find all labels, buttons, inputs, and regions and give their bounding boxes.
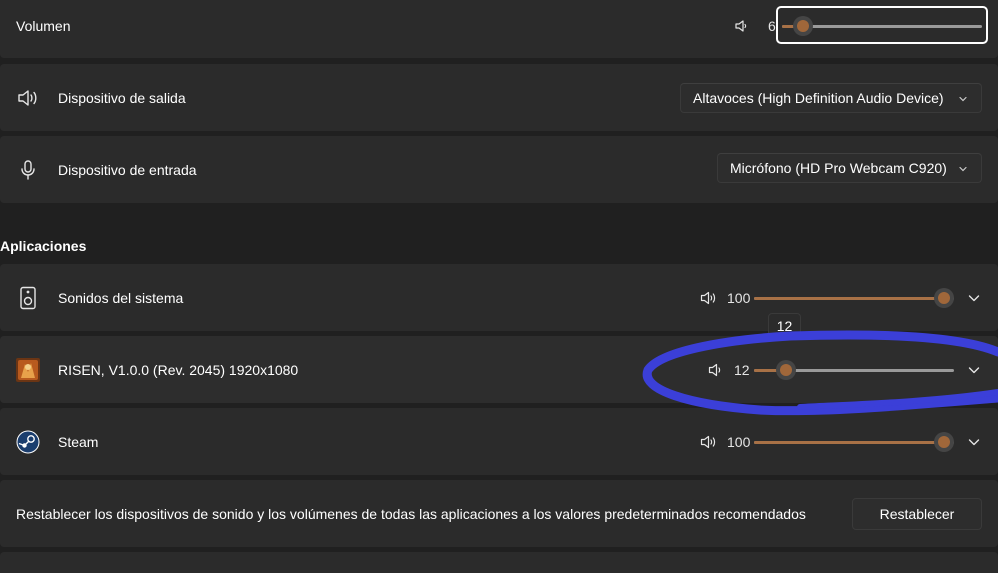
- app-row-steam: Steam 100: [0, 408, 998, 475]
- output-device-dropdown[interactable]: Altavoces (High Definition Audio Device): [680, 83, 982, 113]
- microphone-icon: [21, 160, 35, 180]
- app-volume-slider[interactable]: [754, 360, 954, 380]
- speaker-icon: [735, 20, 747, 32]
- app-volume-value: 100: [727, 290, 751, 306]
- output-device-card[interactable]: Dispositivo de salida Altavoces (High De…: [0, 64, 998, 131]
- speaker-icon[interactable]: [700, 434, 718, 450]
- chevron-down-icon[interactable]: [967, 363, 981, 377]
- volume-label: Volumen: [16, 18, 71, 34]
- volume-slider-focus-ring: [776, 6, 988, 44]
- speaker-icon[interactable]: [708, 362, 722, 378]
- volume-value: 6: [768, 18, 776, 34]
- input-device-card[interactable]: Dispositivo de entrada Micrófono (HD Pro…: [0, 136, 998, 203]
- input-device-dropdown[interactable]: Micrófono (HD Pro Webcam C920): [717, 153, 982, 183]
- chevron-down-icon[interactable]: [967, 291, 981, 305]
- app-volume-value: 100: [727, 434, 751, 450]
- input-device-selected: Micrófono (HD Pro Webcam C920): [730, 160, 947, 176]
- app-name: RISEN, V1.0.0 (Rev. 2045) 1920x1080: [58, 362, 299, 378]
- steam-icon: [16, 430, 40, 454]
- chevron-down-icon: [959, 96, 967, 102]
- reset-card: Restablecer los dispositivos de sonido y…: [0, 480, 998, 547]
- app-row-system-sounds: Sonidos del sistema 100: [0, 264, 998, 331]
- input-device-label: Dispositivo de entrada: [58, 162, 197, 178]
- app-volume-slider[interactable]: [754, 288, 954, 308]
- apps-section-title: Aplicaciones: [0, 238, 87, 254]
- speaker-output-icon: [18, 90, 37, 106]
- app-name: Sonidos del sistema: [58, 290, 184, 306]
- app-volume-slider-thumb[interactable]: [934, 288, 954, 308]
- next-card-partial: [0, 552, 998, 573]
- app-volume-slider[interactable]: [754, 432, 954, 452]
- output-device-label: Dispositivo de salida: [58, 90, 186, 106]
- reset-button[interactable]: Restablecer: [852, 498, 982, 530]
- app-volume-slider-thumb[interactable]: [934, 432, 954, 452]
- risen-game-icon: [16, 358, 40, 382]
- app-volume-value: 12: [734, 362, 750, 378]
- app-volume-slider-thumb[interactable]: [775, 360, 796, 380]
- app-row-risen: RISEN, V1.0.0 (Rev. 2045) 1920x1080 12: [0, 336, 998, 403]
- slider-value-tooltip: 12: [768, 313, 801, 339]
- reset-description: Restablecer los dispositivos de sonido y…: [16, 506, 806, 522]
- chevron-down-icon: [959, 166, 967, 172]
- output-device-selected: Altavoces (High Definition Audio Device): [693, 90, 944, 106]
- app-name: Steam: [58, 434, 99, 450]
- sound-settings-page: Volumen 6 Dispositivo de salida Altavoce…: [0, 0, 998, 573]
- system-speaker-icon: [20, 286, 36, 310]
- chevron-down-icon[interactable]: [967, 435, 981, 449]
- speaker-icon[interactable]: [700, 290, 718, 306]
